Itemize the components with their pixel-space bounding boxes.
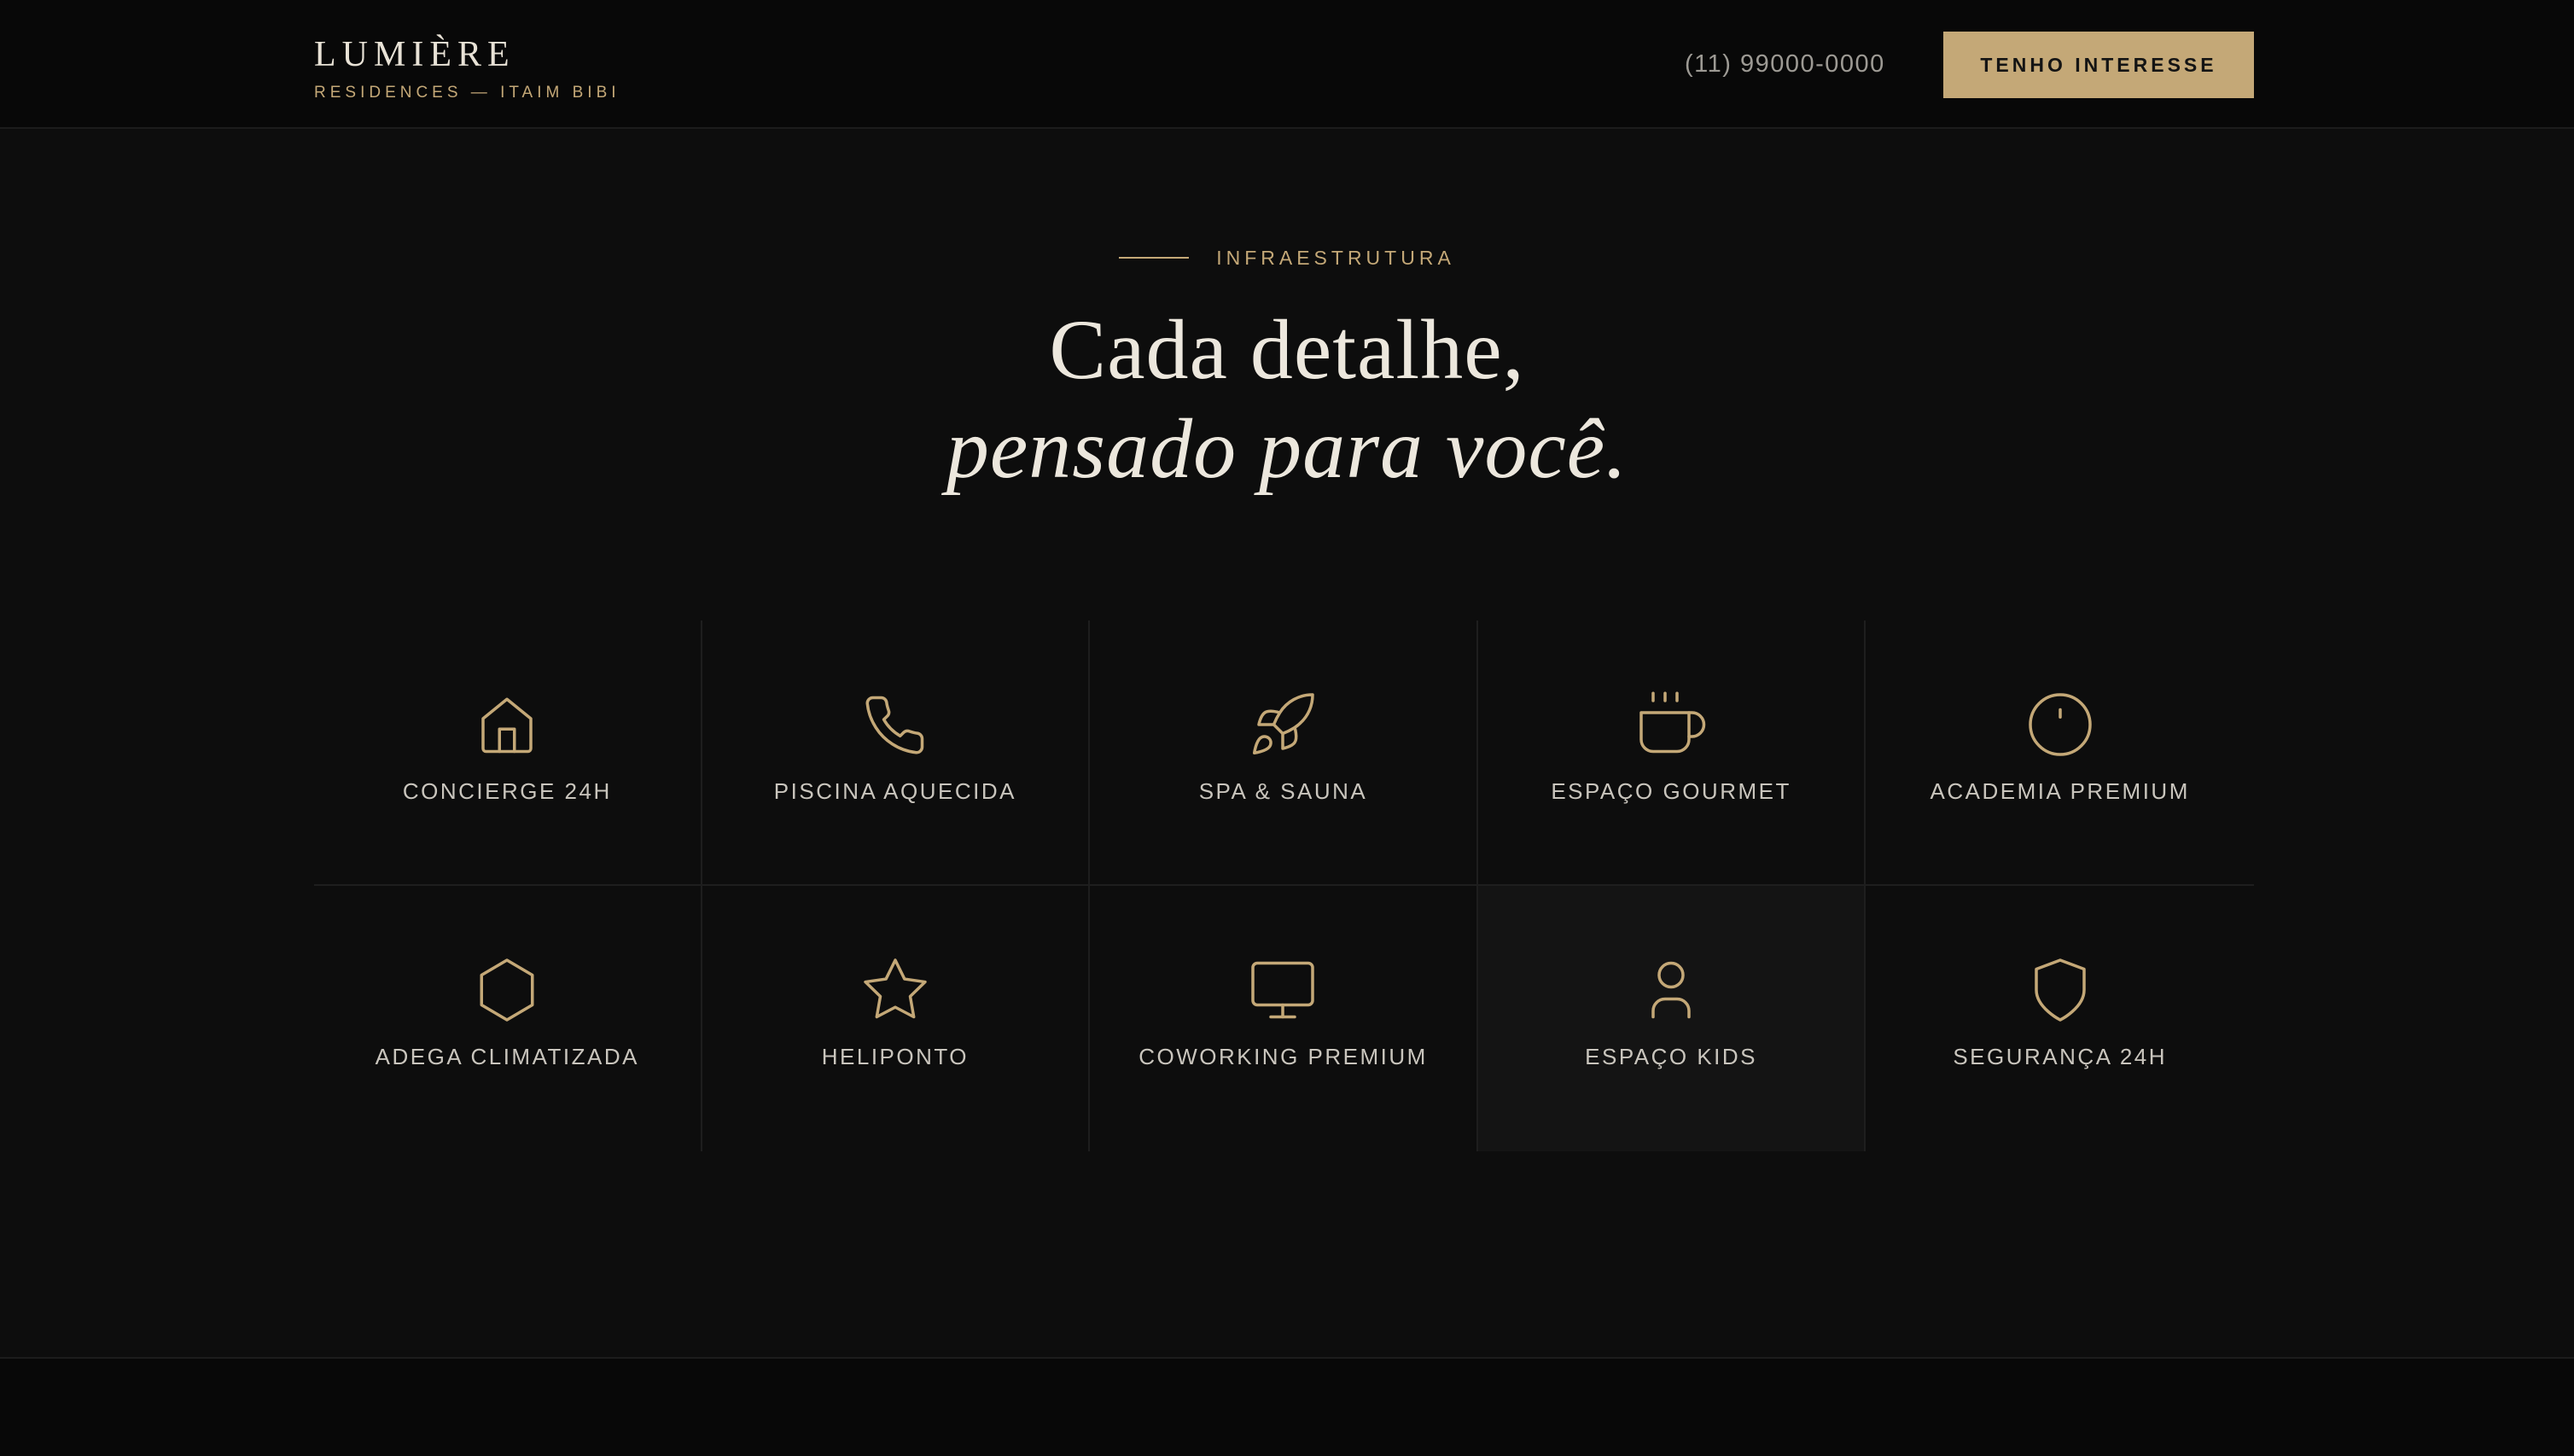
- amenity-wine-cellar[interactable]: ADEGA CLIMATIZADA: [314, 886, 702, 1151]
- phone-icon: [859, 689, 931, 760]
- amenity-security[interactable]: SEGURANÇA 24H: [1866, 886, 2254, 1151]
- amenity-label: CONCIERGE 24H: [402, 778, 612, 804]
- eyebrow-label: INFRAESTRUTURA: [1216, 247, 1455, 269]
- amenity-label: PISCINA AQUECIDA: [773, 778, 1016, 804]
- amenity-gourmet[interactable]: ESPAÇO GOURMET: [1477, 620, 1866, 886]
- amenity-label: ESPAÇO KIDS: [1585, 1044, 1758, 1069]
- brand-name: LUMIÈRE: [314, 35, 515, 74]
- amenity-label: ACADEMIA PREMIUM: [1930, 778, 2190, 804]
- star-icon: [859, 954, 931, 1026]
- amenity-pool[interactable]: PISCINA AQUECIDA: [702, 620, 1091, 886]
- amenity-label: SPA & SAUNA: [1198, 778, 1368, 804]
- brand-subtitle: RESIDENCES — ITAIM BIBI: [314, 84, 620, 102]
- title-line-2: pensado para você.: [946, 401, 1628, 496]
- user-icon: [1635, 954, 1707, 1026]
- monitor-icon: [1247, 954, 1319, 1026]
- amenity-label: ESPAÇO GOURMET: [1551, 778, 1791, 804]
- site-header: LUMIÈRE RESIDENCES — ITAIM BIBI (11) 990…: [0, 0, 2574, 129]
- section-title: Cada detalhe, pensado para você.: [0, 299, 2574, 497]
- amenity-gym[interactable]: ACADEMIA PREMIUM: [1866, 620, 2254, 886]
- coffee-icon: [1635, 689, 1707, 760]
- amenity-concierge[interactable]: CONCIERGE 24H: [314, 620, 702, 886]
- amenity-label: SEGURANÇA 24H: [1953, 1044, 2168, 1069]
- amenity-helipad[interactable]: HELIPONTO: [702, 886, 1091, 1151]
- shield-icon: [2024, 954, 2096, 1026]
- home-icon: [471, 689, 543, 760]
- title-line-1: Cada detalhe,: [1049, 302, 1525, 397]
- amenity-label: HELIPONTO: [821, 1044, 970, 1069]
- amenity-coworking[interactable]: COWORKING PREMIUM: [1090, 886, 1478, 1151]
- amenity-spa[interactable]: SPA & SAUNA: [1090, 620, 1478, 886]
- amenities-grid: CONCIERGE 24H PISCINA AQUECIDA SPA & SAU…: [314, 620, 2254, 1151]
- eyebrow-divider: [1119, 257, 1190, 259]
- section-eyebrow: INFRAESTRUTURA: [0, 245, 2574, 271]
- interest-button[interactable]: TENHO INTERESSE: [1943, 32, 2254, 98]
- amenity-label: ADEGA CLIMATIZADA: [375, 1044, 639, 1069]
- amenity-label: COWORKING PREMIUM: [1138, 1044, 1428, 1069]
- footer-band: [0, 1357, 2574, 1456]
- brand-logo[interactable]: LUMIÈRE RESIDENCES — ITAIM BIBI: [314, 34, 620, 102]
- clock-icon: [2024, 689, 2096, 760]
- amenity-kids[interactable]: ESPAÇO KIDS: [1477, 886, 1866, 1151]
- hexagon-icon: [471, 954, 543, 1026]
- rocket-icon: [1247, 689, 1319, 760]
- phone-link[interactable]: (11) 99000-0000: [1685, 50, 1885, 79]
